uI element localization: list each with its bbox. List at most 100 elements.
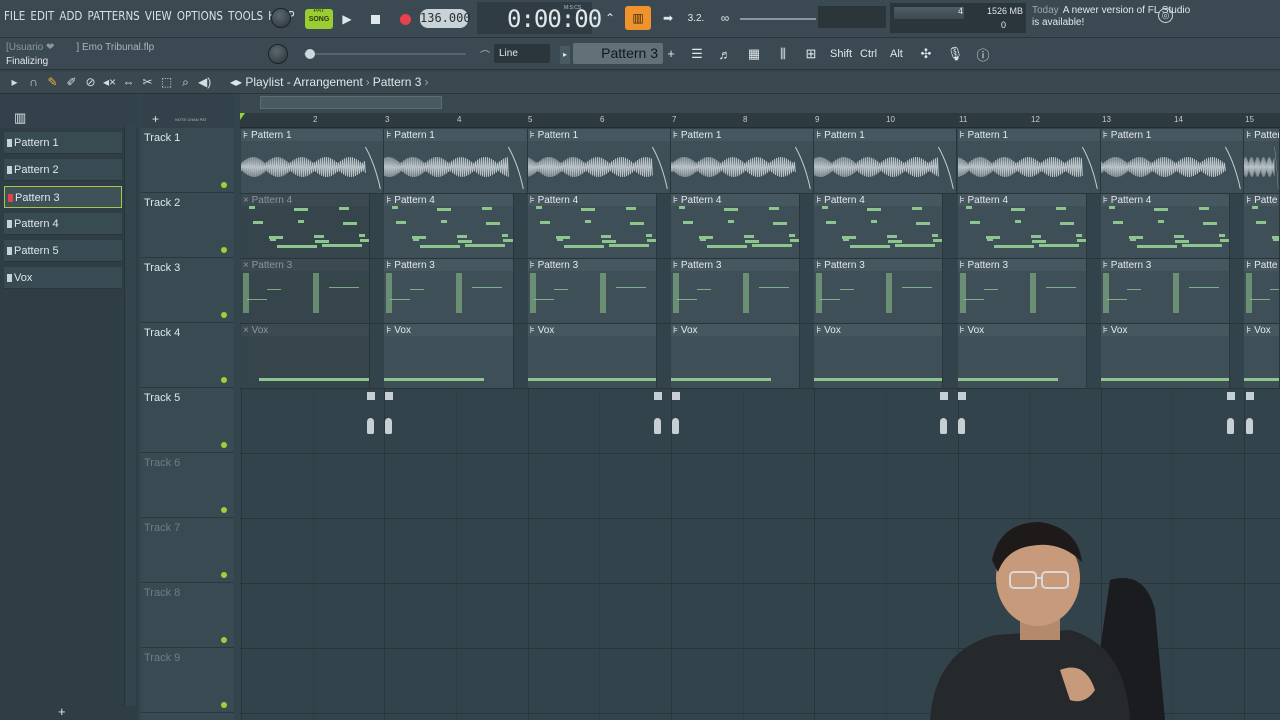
slice-tool-icon[interactable]: ✂: [141, 75, 154, 90]
menu-patterns[interactable]: PATTERNS: [88, 9, 140, 23]
pattern-clip[interactable]: ⊧ Vox: [814, 324, 944, 388]
pattern-clip[interactable]: ⊧ Pattern 1: [384, 129, 528, 193]
paint-tool-icon[interactable]: ✐: [65, 75, 78, 90]
menu-add[interactable]: ADD: [59, 9, 82, 23]
pattern-clip[interactable]: ⊧ Vox: [1244, 324, 1280, 388]
pattern-clip[interactable]: ⊧ Pattern 1: [1244, 129, 1280, 193]
overview-viewport[interactable]: [260, 96, 442, 109]
ctrl-key-button[interactable]: Ctrl: [860, 44, 877, 64]
play-button[interactable]: ▶: [336, 8, 358, 30]
track-header-7[interactable]: Track 7: [141, 518, 234, 583]
picker-item-vox[interactable]: Vox: [4, 267, 122, 289]
pattern-clip[interactable]: ⊧ Pattern 4: [670, 194, 801, 258]
magnet-snap-icon[interactable]: ∩: [27, 75, 40, 90]
pattern-clip[interactable]: ⊧ Pattern 1: [1100, 129, 1245, 193]
pattern-clip[interactable]: ⊧ Pattern 3: [670, 259, 801, 323]
alt-key-button[interactable]: Alt: [890, 44, 903, 64]
track-led[interactable]: [221, 572, 227, 578]
zoom-tool-icon[interactable]: ⌕: [179, 75, 192, 90]
record-button[interactable]: [394, 8, 416, 30]
add-clip-button[interactable]: +: [58, 704, 66, 719]
pattern-clip[interactable]: ⊧ Pattern 3: [814, 259, 944, 323]
delete-tool-icon[interactable]: ⊘: [84, 75, 97, 90]
picker-item-pattern-5[interactable]: Pattern 5: [4, 240, 122, 262]
piano-icon[interactable]: ▥: [14, 110, 26, 126]
add-track-icon[interactable]: +: [152, 112, 159, 126]
options-arrow-icon[interactable]: ▸: [8, 75, 21, 90]
picker-item-pattern-4[interactable]: Pattern 4: [4, 213, 122, 235]
automation-marker[interactable]: [367, 392, 375, 442]
pattern-clip[interactable]: ⊧ Pattern 3: [957, 259, 1087, 323]
pattern-clip[interactable]: ⊧ Pattern 1: [241, 129, 385, 193]
timeline-ruler[interactable]: 2 3 4 5 6 7 8 9 10 11 12 13 14 15: [240, 113, 1280, 128]
track-led[interactable]: [221, 247, 227, 253]
pattern-clip[interactable]: ⊧ Pattern 4: [957, 194, 1087, 258]
playhead-marker[interactable]: [240, 113, 245, 120]
slip-tool-icon[interactable]: ⇔: [122, 75, 135, 90]
browser-button[interactable]: ⊞: [800, 43, 822, 65]
pattern-selector[interactable]: Pattern 3: [573, 43, 663, 64]
master-pitch-slider[interactable]: [740, 18, 816, 20]
menu-file[interactable]: FILE: [4, 9, 25, 23]
shift-key-button[interactable]: Shift: [830, 44, 852, 64]
picker-item-pattern-3[interactable]: Pattern 3: [4, 186, 122, 208]
track-led[interactable]: [221, 442, 227, 448]
pattern-clip[interactable]: ⊧ Patte: [1244, 194, 1280, 258]
automation-marker[interactable]: [958, 392, 966, 442]
track-header-2[interactable]: Track 2: [141, 193, 234, 258]
step-edit-button[interactable]: ➡: [655, 6, 681, 30]
pattern-prev-arrow[interactable]: ▸: [560, 46, 570, 64]
automation-marker[interactable]: [1227, 392, 1235, 442]
pattern-clip[interactable]: ⊧ Vox: [957, 324, 1087, 388]
channel-rack-button[interactable]: ▦: [743, 43, 765, 65]
track-led[interactable]: [221, 377, 227, 383]
pattern-clip[interactable]: ⊧ Vox: [1100, 324, 1231, 388]
picker-item-pattern-1[interactable]: Pattern 1: [4, 132, 122, 154]
piano-roll-button[interactable]: ♬: [714, 43, 736, 65]
mute-tool-icon[interactable]: ◂×: [103, 75, 116, 90]
info-button[interactable]: ⓘ: [972, 43, 994, 65]
pattern-clip[interactable]: ⊧ Vox: [384, 324, 514, 388]
draw-tool-icon[interactable]: ✎: [46, 75, 59, 90]
menu-tools[interactable]: TOOLS: [228, 9, 263, 23]
track-led[interactable]: [221, 312, 227, 318]
pattern-clip[interactable]: × Pattern 3: [241, 259, 371, 323]
menu-options[interactable]: OPTIONS: [177, 9, 223, 23]
pattern-clip[interactable]: ⊧ Pattern 3: [384, 259, 514, 323]
track-header-9[interactable]: Track 9: [141, 648, 234, 713]
track-header-8[interactable]: Track 8: [141, 583, 234, 648]
pattern-clip[interactable]: ⊧ Pattern 1: [527, 129, 671, 193]
pattern-clip[interactable]: ⊧ Pattern 4: [384, 194, 514, 258]
track-led[interactable]: [221, 182, 227, 188]
master-slider[interactable]: [300, 46, 470, 62]
track-header-3[interactable]: Track 3: [141, 258, 234, 323]
automation-marker[interactable]: [672, 392, 680, 442]
magnet-icon[interactable]: ⌒: [480, 47, 490, 62]
track-header-5[interactable]: Track 5: [141, 388, 234, 453]
automation-marker[interactable]: [940, 392, 948, 442]
audio-record-button[interactable]: 🎙: [944, 43, 966, 65]
stop-button[interactable]: [364, 8, 386, 30]
pattern-clip[interactable]: ⊧ Pattern 1: [957, 129, 1101, 193]
metronome-button[interactable]: ⌃: [597, 6, 623, 30]
select-tool-icon[interactable]: ⬚: [160, 75, 173, 90]
picker-item-pattern-2[interactable]: Pattern 2: [4, 159, 122, 181]
picker-scrollbar[interactable]: [124, 126, 136, 706]
playback-tool-icon[interactable]: ◀): [198, 75, 211, 90]
plugin-picker-button[interactable]: ✣: [915, 43, 937, 65]
pattern-clip[interactable]: ⊧ Pattern 3: [1100, 259, 1231, 323]
tempo-display[interactable]: 136.000: [420, 9, 471, 28]
arrangement-overview[interactable]: [240, 94, 1280, 113]
menu-edit[interactable]: EDIT: [30, 9, 54, 23]
automation-marker[interactable]: [1246, 392, 1254, 442]
pattern-clip[interactable]: ⊧ Pattern 4: [527, 194, 657, 258]
pattern-clip[interactable]: ⊧ Pattern 4: [1100, 194, 1231, 258]
track-header-6[interactable]: Track 6: [141, 453, 234, 518]
pattern-clip[interactable]: × Pattern 4: [241, 194, 371, 258]
track-led[interactable]: [221, 507, 227, 513]
pattern-clip[interactable]: ⊧ Vox: [670, 324, 801, 388]
loop-record-button[interactable]: ∞: [712, 6, 738, 30]
track-led[interactable]: [221, 702, 227, 708]
menu-view[interactable]: VIEW: [145, 9, 172, 23]
track-header-1[interactable]: Track 1: [141, 128, 234, 193]
